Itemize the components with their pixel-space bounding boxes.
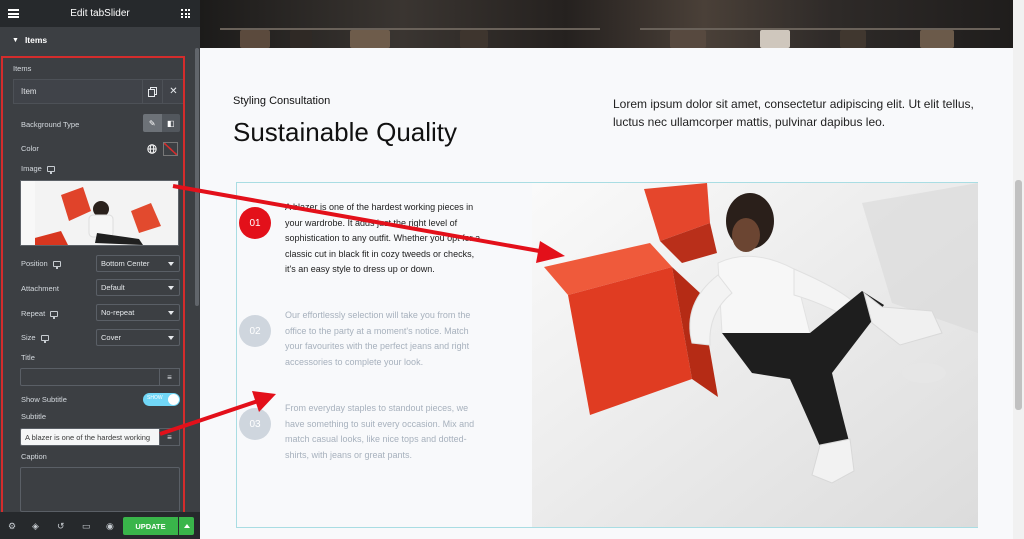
tab-number-01[interactable]: 01 [239,207,271,239]
editor-panel: Edit tabSlider ▼ Items Items Item ✕ Back… [0,0,200,539]
repeater-item-header[interactable]: Item ✕ [13,79,185,104]
panel-title: Edit tabSlider [70,8,130,19]
tab-slide-image [532,183,978,527]
desktop-icon[interactable] [52,260,61,269]
globe-icon[interactable] [145,142,159,156]
repeater-item-title: Item [21,87,37,96]
background-type-label: Background Type [21,120,80,129]
tab-number-02[interactable]: 02 [239,315,271,347]
image-label: Image [21,164,55,174]
title-input[interactable] [20,368,160,386]
desktop-icon[interactable] [40,334,49,343]
repeat-select[interactable]: No-repeat [96,304,180,321]
section-toggle-items[interactable]: ▼ Items [0,29,194,51]
size-label: Size [21,333,49,343]
background-type-choices: ✎ ◧ [143,114,180,132]
layers-icon[interactable]: ◈ [32,521,39,532]
caret-down-icon: ▼ [12,36,19,44]
attachment-select[interactable]: Default [96,279,180,296]
attachment-label: Attachment [21,284,59,293]
items-label: Items [13,64,32,73]
intro-paragraph: Lorem ipsum dolor sit amet, consectetur … [613,97,974,129]
dynamic-tags-icon[interactable]: ≡ [160,428,180,446]
repeat-label: Repeat [21,309,59,319]
chevron-down-icon [168,286,174,290]
hamburger-menu-icon[interactable] [8,9,19,18]
section-heading: Sustainable Quality [233,117,458,147]
tab-text-02[interactable]: Our effortlessly selection will take you… [285,308,483,370]
history-icon[interactable]: ↺ [57,521,65,532]
page-scrollbar-thumb[interactable] [1015,180,1022,410]
page-scrollbar[interactable] [1013,0,1024,539]
title-label: Title [21,353,35,362]
dynamic-tags-icon[interactable]: ≡ [160,368,180,386]
caret-up-icon [184,524,190,528]
position-select[interactable]: Bottom Center [96,255,180,272]
update-options-button[interactable] [179,517,194,535]
color-picker-swatch[interactable] [163,142,178,156]
subtitle-input[interactable]: A blazer is one of the hardest working [20,428,160,446]
brush-icon[interactable]: ✎ [143,114,162,132]
close-icon[interactable]: ✕ [162,79,184,104]
panel-body: ▼ Items Items Item ✕ Background Type ✎ ◧… [0,27,200,512]
chevron-down-icon [168,262,174,266]
hero-image-strip [200,0,1013,48]
page-preview: Styling Consultation Sustainable Quality… [200,0,1013,539]
tab-text-03[interactable]: From everyday staples to standout pieces… [285,401,483,463]
show-subtitle-label: Show Subtitle [21,395,67,404]
show-subtitle-toggle[interactable]: SHOW [143,393,180,406]
subtitle-label: Subtitle [21,412,47,421]
tab-slider: 01 A blazer is one of the hardest workin… [236,182,978,528]
tab-text-01[interactable]: A blazer is one of the hardest working p… [285,200,483,278]
color-label: Color [21,144,39,153]
toggle-text: SHOW [147,395,163,401]
tab-number-03[interactable]: 03 [239,408,271,440]
update-button[interactable]: UPDATE [123,517,178,535]
image-preview-thumbnail[interactable] [20,180,179,246]
chevron-down-icon [168,336,174,340]
toggle-knob [168,394,179,405]
position-label: Position [21,259,61,269]
caption-label: Caption [21,452,47,461]
section-subheading: Styling Consultation [233,95,331,107]
responsive-icon[interactable]: ▭ [82,521,91,532]
section-title: Items [24,35,48,45]
panel-scrollbar[interactable] [195,48,199,306]
caption-textarea[interactable] [20,467,180,512]
settings-gear-icon[interactable]: ⚙ [8,521,16,532]
widgets-grid-icon[interactable] [181,9,190,18]
preview-eye-icon[interactable]: ◉ [106,521,114,532]
size-select[interactable]: Cover [96,329,180,346]
desktop-icon[interactable] [46,165,55,174]
chevron-down-icon [168,311,174,315]
desktop-icon[interactable] [50,310,59,319]
duplicate-icon[interactable] [142,79,162,104]
panel-header: Edit tabSlider [0,0,200,27]
gradient-icon[interactable]: ◧ [161,114,180,132]
